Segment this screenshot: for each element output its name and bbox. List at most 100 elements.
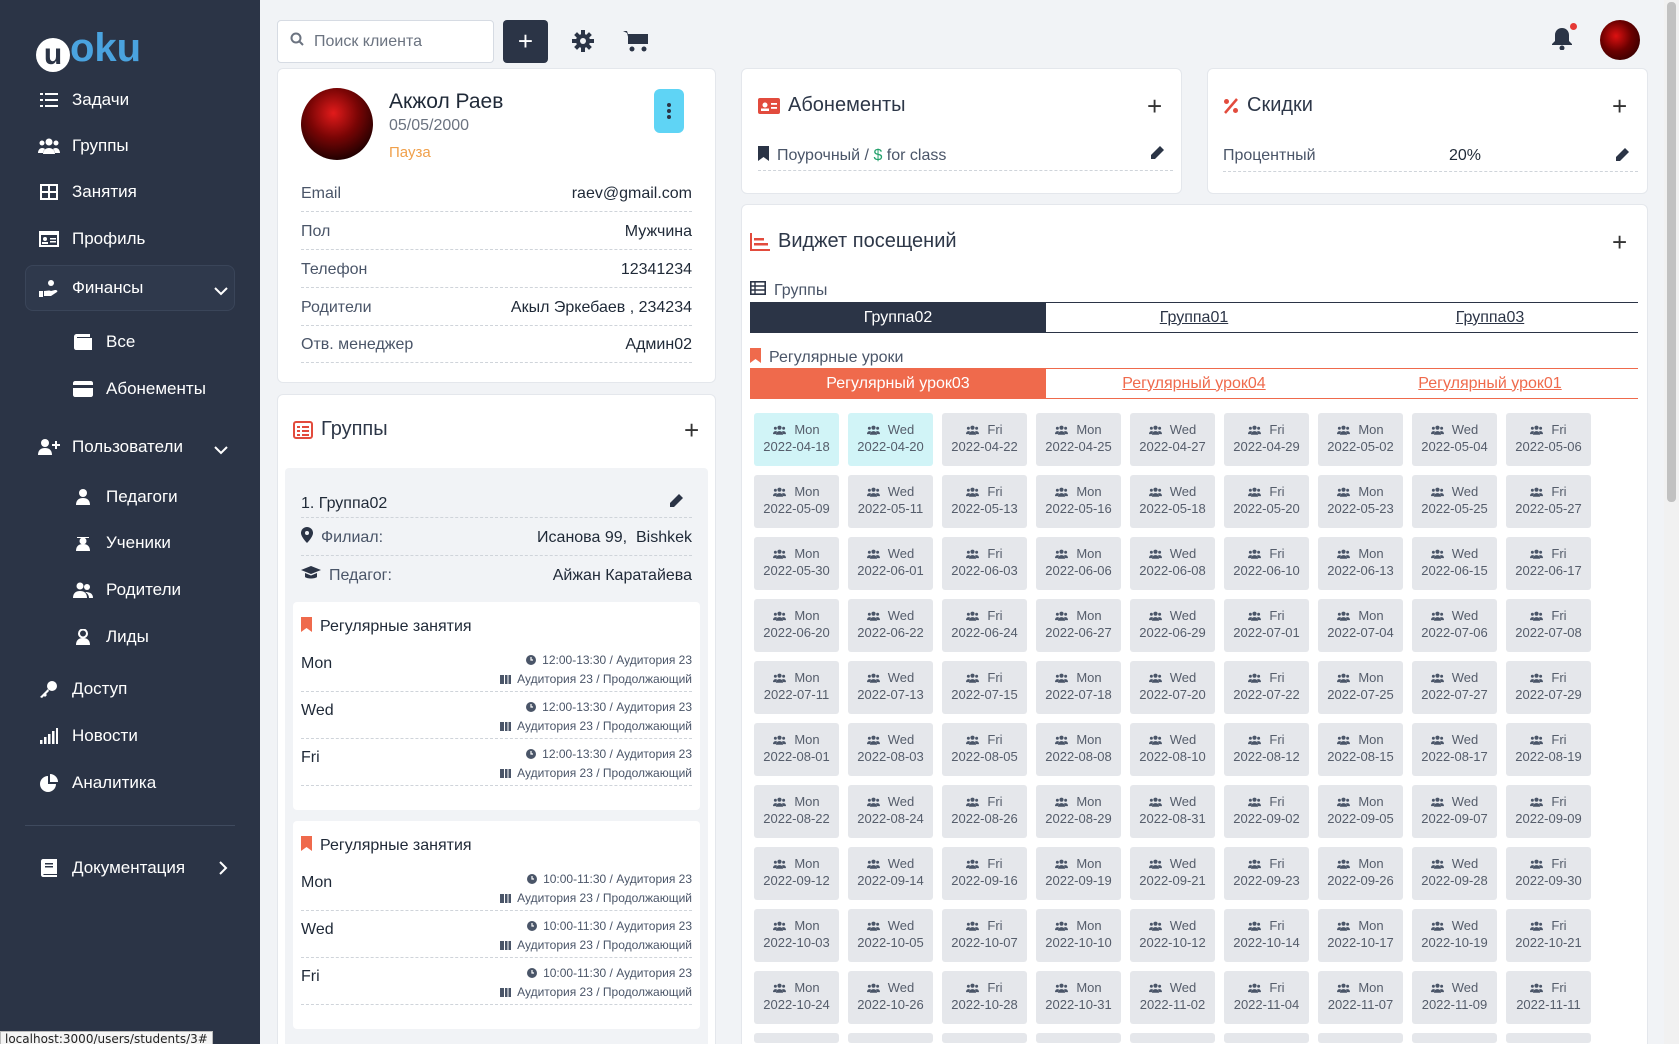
lesson-day-cell[interactable]: Wed 2022-06-08: [1130, 537, 1215, 590]
add-button[interactable]: +: [503, 20, 548, 63]
tab-lesson[interactable]: Регулярный урок04: [1046, 369, 1342, 399]
lesson-day-cell[interactable]: [1506, 1033, 1591, 1043]
pencil-icon[interactable]: [1149, 145, 1165, 166]
sidebar-item-subscriptions[interactable]: Абонементы: [72, 372, 206, 406]
lesson-day-cell[interactable]: Wed 2022-08-24: [848, 785, 933, 838]
pencil-icon[interactable]: [1614, 147, 1630, 168]
lesson-day-cell[interactable]: Mon 2022-09-05: [1318, 785, 1403, 838]
lesson-day-cell[interactable]: Mon 2022-10-10: [1036, 909, 1121, 962]
lesson-day-cell[interactable]: Fri 2022-10-14: [1224, 909, 1309, 962]
lesson-day-cell[interactable]: Wed 2022-05-04: [1412, 413, 1497, 466]
lesson-day-cell[interactable]: Wed 2022-05-18: [1130, 475, 1215, 528]
lesson-day-cell[interactable]: Mon 2022-05-09: [754, 475, 839, 528]
bell-icon[interactable]: [1551, 26, 1573, 55]
lesson-day-cell[interactable]: Fri 2022-06-24: [942, 599, 1027, 652]
lesson-day-cell[interactable]: [1224, 1033, 1309, 1043]
lesson-day-cell[interactable]: Fri 2022-08-12: [1224, 723, 1309, 776]
lesson-day-cell[interactable]: Mon 2022-04-25: [1036, 413, 1121, 466]
scrollbar-thumb[interactable]: [1667, 2, 1676, 502]
more-options-button[interactable]: [654, 89, 684, 133]
lesson-day-cell[interactable]: Mon 2022-07-11: [754, 661, 839, 714]
lesson-day-cell[interactable]: Wed 2022-10-19: [1412, 909, 1497, 962]
lesson-day-cell[interactable]: [1412, 1033, 1497, 1043]
tab-group[interactable]: Группа03: [1342, 303, 1638, 333]
lesson-day-cell[interactable]: Wed 2022-04-20: [848, 413, 933, 466]
lesson-day-cell[interactable]: Mon 2022-08-01: [754, 723, 839, 776]
lesson-day-cell[interactable]: Wed 2022-08-31: [1130, 785, 1215, 838]
sidebar-item-groups[interactable]: Группы: [38, 129, 129, 163]
lesson-day-cell[interactable]: Mon 2022-08-29: [1036, 785, 1121, 838]
lesson-day-cell[interactable]: Fri 2022-07-15: [942, 661, 1027, 714]
lesson-day-cell[interactable]: Fri 2022-07-22: [1224, 661, 1309, 714]
lesson-day-cell[interactable]: Wed 2022-09-14: [848, 847, 933, 900]
lesson-day-cell[interactable]: Mon 2022-06-20: [754, 599, 839, 652]
lesson-day-cell[interactable]: Fri 2022-09-09: [1506, 785, 1591, 838]
scrollbar[interactable]: [1664, 0, 1679, 1044]
lesson-day-cell[interactable]: Mon 2022-06-06: [1036, 537, 1121, 590]
lesson-day-cell[interactable]: Wed 2022-06-22: [848, 599, 933, 652]
lesson-day-cell[interactable]: Fri 2022-09-16: [942, 847, 1027, 900]
sidebar-item-finance[interactable]: Финансы: [38, 271, 228, 305]
lesson-day-cell[interactable]: Mon 2022-10-03: [754, 909, 839, 962]
lesson-day-cell[interactable]: Mon 2022-07-25: [1318, 661, 1403, 714]
lesson-day-cell[interactable]: [942, 1033, 1027, 1043]
lesson-day-cell[interactable]: Fri 2022-05-13: [942, 475, 1027, 528]
lesson-day-cell[interactable]: Fri 2022-06-17: [1506, 537, 1591, 590]
search-input[interactable]: Поиск клиента: [277, 20, 494, 63]
lesson-day-cell[interactable]: Wed 2022-10-12: [1130, 909, 1215, 962]
lesson-day-cell[interactable]: Mon 2022-06-27: [1036, 599, 1121, 652]
lesson-day-cell[interactable]: Mon 2022-08-15: [1318, 723, 1403, 776]
tab-lesson[interactable]: Регулярный урок03: [750, 369, 1046, 399]
lesson-day-cell[interactable]: Fri 2022-05-27: [1506, 475, 1591, 528]
sidebar-item-access[interactable]: Доступ: [38, 672, 127, 706]
lesson-day-cell[interactable]: Fri 2022-10-07: [942, 909, 1027, 962]
lesson-day-cell[interactable]: Wed 2022-08-17: [1412, 723, 1497, 776]
sidebar-item-profile[interactable]: Профиль: [38, 222, 145, 256]
lesson-day-cell[interactable]: Wed 2022-09-21: [1130, 847, 1215, 900]
lesson-day-cell[interactable]: Wed 2022-10-26: [848, 971, 933, 1024]
lesson-day-cell[interactable]: Wed 2022-08-10: [1130, 723, 1215, 776]
lesson-day-cell[interactable]: Fri 2022-04-29: [1224, 413, 1309, 466]
add-subscription-button[interactable]: +: [1147, 93, 1162, 119]
lesson-day-cell[interactable]: Mon 2022-11-07: [1318, 971, 1403, 1024]
lesson-day-cell[interactable]: Fri 2022-07-29: [1506, 661, 1591, 714]
lesson-day-cell[interactable]: Mon 2022-10-24: [754, 971, 839, 1024]
lesson-day-cell[interactable]: Fri 2022-11-04: [1224, 971, 1309, 1024]
lesson-day-cell[interactable]: Wed 2022-07-06: [1412, 599, 1497, 652]
chevron-right-icon[interactable]: [218, 860, 228, 880]
logo[interactable]: u oku: [36, 26, 141, 72]
sidebar-item-parents[interactable]: Родители: [72, 573, 181, 607]
lesson-day-cell[interactable]: Fri 2022-06-10: [1224, 537, 1309, 590]
chevron-down-icon[interactable]: [214, 440, 228, 460]
lesson-day-cell[interactable]: Fri 2022-09-30: [1506, 847, 1591, 900]
add-discount-button[interactable]: +: [1612, 93, 1627, 119]
sidebar-item-students[interactable]: Ученики: [72, 526, 171, 560]
lesson-day-cell[interactable]: Mon 2022-09-26: [1318, 847, 1403, 900]
lesson-day-cell[interactable]: [1036, 1033, 1121, 1043]
lesson-day-cell[interactable]: Wed 2022-07-20: [1130, 661, 1215, 714]
sidebar-item-analytics[interactable]: Аналитика: [38, 766, 156, 800]
cart-icon[interactable]: [623, 30, 649, 57]
lesson-day-cell[interactable]: Fri 2022-08-26: [942, 785, 1027, 838]
sidebar-item-users[interactable]: Пользователи: [38, 430, 228, 464]
lesson-day-cell[interactable]: Mon 2022-04-18: [754, 413, 839, 466]
lesson-day-cell[interactable]: Wed 2022-05-25: [1412, 475, 1497, 528]
lesson-day-cell[interactable]: Mon 2022-05-16: [1036, 475, 1121, 528]
sidebar-item-tasks[interactable]: Задачи: [38, 83, 129, 117]
lesson-day-cell[interactable]: Wed 2022-06-01: [848, 537, 933, 590]
lesson-day-cell[interactable]: Wed 2022-11-09: [1412, 971, 1497, 1024]
lesson-day-cell[interactable]: Fri 2022-08-19: [1506, 723, 1591, 776]
tab-lesson[interactable]: Регулярный урок01: [1342, 369, 1638, 399]
chevron-down-icon[interactable]: [214, 281, 228, 301]
lesson-day-cell[interactable]: [1318, 1033, 1403, 1043]
lesson-day-cell[interactable]: Mon 2022-10-31: [1036, 971, 1121, 1024]
lesson-day-cell[interactable]: Wed 2022-04-27: [1130, 413, 1215, 466]
lesson-day-cell[interactable]: Fri 2022-10-28: [942, 971, 1027, 1024]
lesson-day-cell[interactable]: Mon 2022-05-02: [1318, 413, 1403, 466]
lesson-day-cell[interactable]: Wed 2022-09-28: [1412, 847, 1497, 900]
lesson-day-cell[interactable]: Fri 2022-09-02: [1224, 785, 1309, 838]
lesson-day-cell[interactable]: Mon 2022-06-13: [1318, 537, 1403, 590]
lesson-day-cell[interactable]: Mon 2022-07-18: [1036, 661, 1121, 714]
lesson-day-cell[interactable]: Wed 2022-06-29: [1130, 599, 1215, 652]
lesson-day-cell[interactable]: Fri 2022-07-08: [1506, 599, 1591, 652]
